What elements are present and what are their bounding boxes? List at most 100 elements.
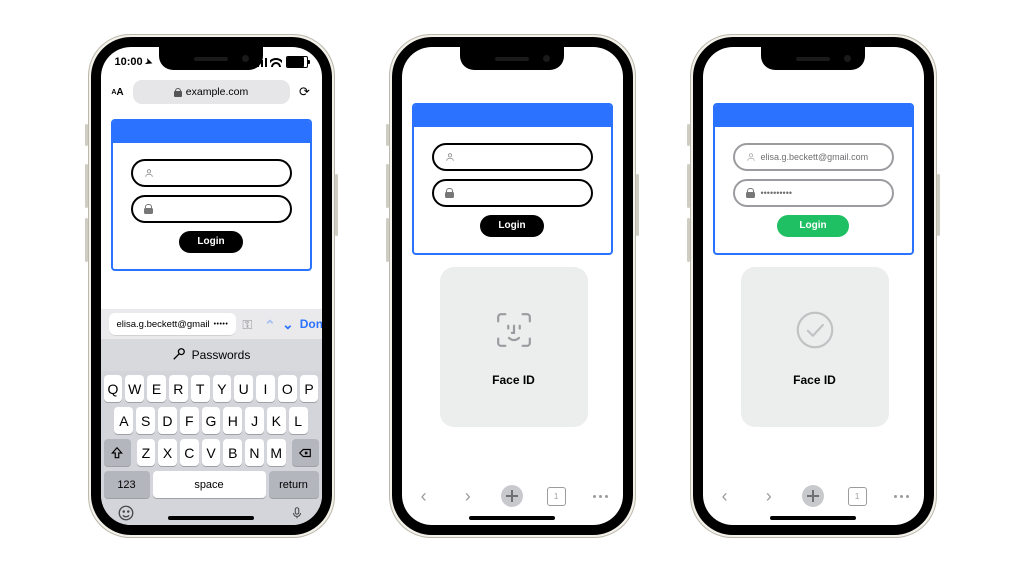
status-time: 10:00 xyxy=(115,56,143,68)
key-r[interactable]: R xyxy=(169,375,188,402)
home-indicator[interactable] xyxy=(168,516,254,520)
key-y[interactable]: Y xyxy=(213,375,232,402)
passwords-label: Passwords xyxy=(192,348,251,362)
person-icon xyxy=(444,152,456,162)
key-icon xyxy=(172,347,186,364)
person-icon xyxy=(143,168,155,178)
login-card: Login xyxy=(412,103,613,255)
notch xyxy=(460,47,564,70)
reload-button[interactable]: ⟳ xyxy=(296,80,314,104)
text-size-button[interactable]: AA xyxy=(109,80,127,104)
key-h[interactable]: H xyxy=(223,407,242,434)
key-s[interactable]: S xyxy=(136,407,155,434)
password-value: •••••••••• xyxy=(761,188,793,198)
email-value: elisa.g.beckett@gmail.com xyxy=(761,152,869,162)
key-n[interactable]: N xyxy=(245,439,264,466)
home-indicator[interactable] xyxy=(469,516,555,520)
key-p[interactable]: P xyxy=(300,375,319,402)
keyboard: QWERTYUIOP ASDFGHJKL ZXCVBNM 123 space r… xyxy=(101,371,322,525)
login-button[interactable]: Login xyxy=(179,231,243,253)
key-o[interactable]: O xyxy=(278,375,297,402)
backspace-key[interactable] xyxy=(292,439,319,466)
face-id-label: Face ID xyxy=(793,373,836,387)
mic-key[interactable] xyxy=(287,503,307,523)
lock-icon xyxy=(143,204,155,215)
key-v[interactable]: V xyxy=(202,439,221,466)
notch xyxy=(761,47,865,70)
safari-toolbar: ‹ › 1 xyxy=(402,479,623,513)
key-z[interactable]: Z xyxy=(137,439,156,466)
chevron-up-icon[interactable]: ⌄ xyxy=(264,316,276,333)
key-c[interactable]: C xyxy=(180,439,199,466)
lock-icon xyxy=(745,188,757,199)
battery-icon xyxy=(286,56,308,68)
shift-key[interactable] xyxy=(104,439,131,466)
face-id-icon xyxy=(491,307,537,353)
key-e[interactable]: E xyxy=(147,375,166,402)
checkmark-icon xyxy=(792,307,838,353)
email-field[interactable] xyxy=(131,159,292,187)
back-button[interactable]: ‹ xyxy=(412,484,436,508)
new-tab-button[interactable] xyxy=(500,484,524,508)
password-field[interactable] xyxy=(131,195,292,223)
forward-button[interactable]: › xyxy=(456,484,480,508)
more-button[interactable] xyxy=(588,484,612,508)
location-icon: ➤ xyxy=(143,56,154,69)
key-x[interactable]: X xyxy=(158,439,177,466)
url-text: example.com xyxy=(186,86,248,98)
safari-toolbar: ‹ › 1 xyxy=(703,479,924,513)
login-button[interactable]: Login xyxy=(777,215,849,237)
key-i[interactable]: I xyxy=(256,375,275,402)
key-m[interactable]: M xyxy=(267,439,286,466)
login-card: Login xyxy=(111,119,312,271)
key-q[interactable]: Q xyxy=(104,375,123,402)
new-tab-button[interactable] xyxy=(801,484,825,508)
key-b[interactable]: B xyxy=(223,439,242,466)
more-button[interactable] xyxy=(889,484,913,508)
face-id-sheet: Face ID xyxy=(741,267,889,427)
space-key[interactable]: space xyxy=(153,471,266,498)
tabs-button[interactable]: 1 xyxy=(845,484,869,508)
autofill-bar: elisa.g.beckett@gmail ••••• ⚿ ⌄ ⌄ Done xyxy=(101,309,322,339)
lock-icon xyxy=(444,188,456,199)
key-j[interactable]: J xyxy=(245,407,264,434)
phone-2: Login Face ID ‹ › xyxy=(389,34,636,538)
chevron-down-icon[interactable]: ⌄ xyxy=(282,316,294,333)
url-bar: AA example.com ⟳ xyxy=(101,77,322,107)
tabs-button[interactable]: 1 xyxy=(544,484,568,508)
phone-1: 10:00 ➤ AA example.com ⟳ xyxy=(88,34,335,538)
key-f[interactable]: F xyxy=(180,407,199,434)
key-l[interactable]: L xyxy=(289,407,308,434)
login-button[interactable]: Login xyxy=(480,215,544,237)
key-t[interactable]: T xyxy=(191,375,210,402)
notch xyxy=(159,47,263,70)
face-id-label: Face ID xyxy=(492,373,535,387)
login-card: elisa.g.beckett@gmail.com •••••••••• Log… xyxy=(713,103,914,255)
key-a[interactable]: A xyxy=(114,407,133,434)
emoji-key[interactable] xyxy=(116,503,136,523)
key-w[interactable]: W xyxy=(125,375,144,402)
email-field[interactable]: elisa.g.beckett@gmail.com xyxy=(733,143,894,171)
address-field[interactable]: example.com xyxy=(133,80,290,104)
back-button[interactable]: ‹ xyxy=(713,484,737,508)
passwords-button[interactable]: Passwords xyxy=(101,339,322,371)
key-d[interactable]: D xyxy=(158,407,177,434)
phone-3: elisa.g.beckett@gmail.com •••••••••• Log… xyxy=(690,34,937,538)
autofill-suggestion[interactable]: elisa.g.beckett@gmail ••••• xyxy=(109,313,237,335)
person-icon xyxy=(745,152,757,162)
home-indicator[interactable] xyxy=(770,516,856,520)
forward-button[interactable]: › xyxy=(757,484,781,508)
face-id-sheet: Face ID xyxy=(440,267,588,427)
email-field[interactable] xyxy=(432,143,593,171)
key-k[interactable]: K xyxy=(267,407,286,434)
return-key[interactable]: return xyxy=(269,471,319,498)
key-icon[interactable]: ⚿ xyxy=(242,318,252,331)
key-u[interactable]: U xyxy=(234,375,253,402)
lock-icon xyxy=(174,88,182,97)
password-field[interactable] xyxy=(432,179,593,207)
numbers-key[interactable]: 123 xyxy=(104,471,150,498)
password-field[interactable]: •••••••••• xyxy=(733,179,894,207)
wifi-icon xyxy=(270,58,282,67)
key-g[interactable]: G xyxy=(202,407,221,434)
done-button[interactable]: Done xyxy=(300,317,322,331)
